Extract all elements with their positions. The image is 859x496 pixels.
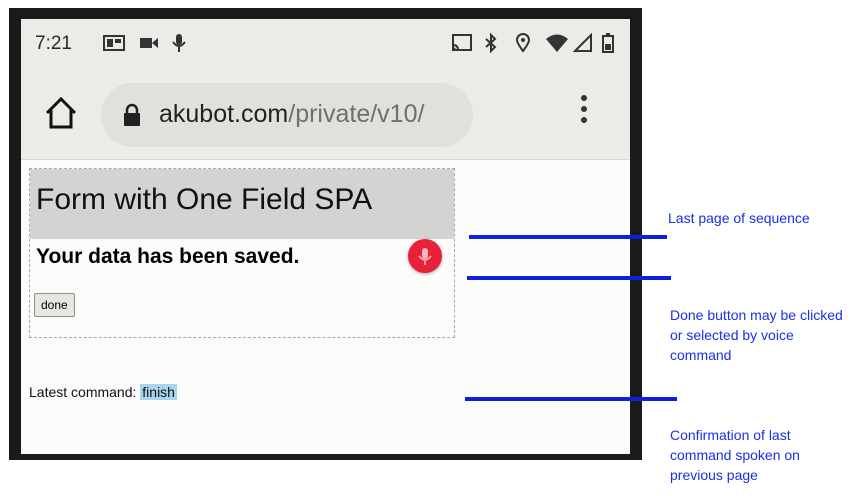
home-button[interactable] (41, 93, 81, 133)
home-icon (45, 96, 77, 129)
annotation-last-page: Last page of sequence (668, 210, 810, 226)
battery-icon (602, 33, 614, 53)
status-time: 7:21 (35, 33, 72, 54)
annotation-pointer-last-page (469, 235, 667, 239)
form-card: Form with One Field SPA Your data has be… (29, 168, 455, 338)
wifi-icon (546, 34, 568, 52)
form-header: Form with One Field SPA (30, 169, 454, 239)
annotation-pointer-done-button (467, 276, 671, 280)
phone-frame: 7:21 akubot.com/private/v10/ Form with O… (9, 8, 642, 460)
lock-icon (124, 103, 140, 126)
page-title: Form with One Field SPA (36, 183, 373, 216)
microphone-icon (172, 34, 186, 52)
saved-message: Your data has been saved. (36, 245, 300, 268)
tv-notification-icon (103, 35, 125, 51)
address-bar[interactable]: akubot.com/private/v10/ (101, 83, 473, 147)
location-icon (515, 33, 531, 53)
cast-icon (452, 34, 472, 51)
latest-command: Latest command: finish (29, 384, 177, 400)
status-bar: 7:21 (21, 19, 630, 69)
latest-command-value: finish (140, 384, 177, 400)
done-button[interactable]: done (34, 293, 75, 317)
latest-command-label: Latest command: (29, 384, 141, 400)
browser-toolbar: akubot.com/private/v10/ (21, 69, 630, 160)
annotation-done-button: Done button may be clicked or selected b… (670, 307, 843, 363)
url-domain: akubot.com (159, 100, 289, 128)
url-path: /private/v10/ (288, 100, 425, 128)
annotation-latest-command: Confirmation of last command spoken on p… (670, 427, 800, 483)
microphone-icon (418, 248, 432, 265)
annotation-pointer-latest-command (465, 397, 677, 401)
video-camera-icon (140, 38, 158, 48)
bluetooth-icon (485, 33, 497, 53)
signal-icon (573, 33, 592, 52)
url-text: akubot.com/private/v10/ (159, 100, 459, 129)
voice-input-button[interactable] (408, 239, 442, 273)
three-dot-menu-icon[interactable] (569, 91, 599, 135)
